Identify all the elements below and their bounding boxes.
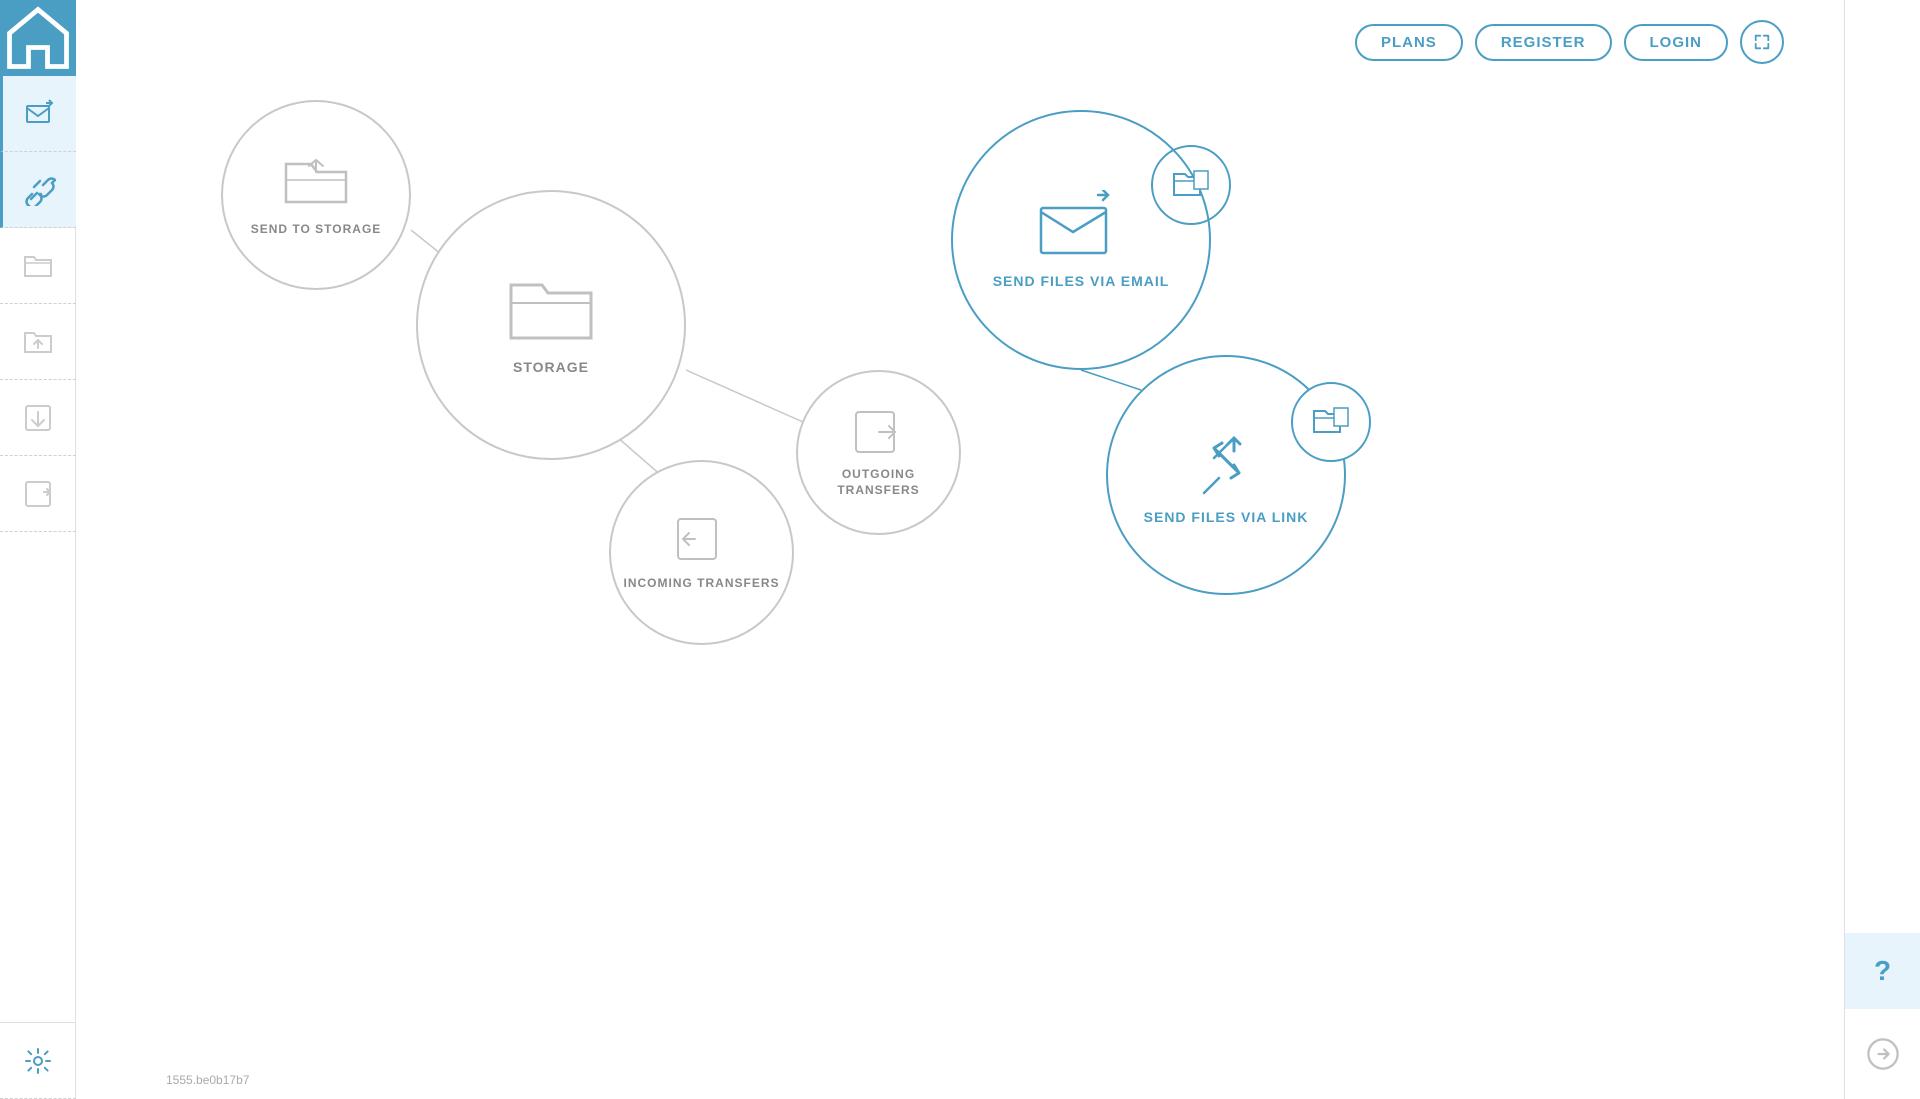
incoming-sidebar-icon xyxy=(22,402,54,434)
send-email-icon xyxy=(1036,190,1126,262)
sidebar-home-button[interactable] xyxy=(0,0,76,76)
link-sidebar-icon xyxy=(24,174,56,206)
help-button[interactable]: ? xyxy=(1845,933,1920,1009)
sidebar-item-upload[interactable] xyxy=(0,304,76,380)
send-files-via-email-label: SEND FILES VIA EMAIL xyxy=(993,272,1170,290)
send-files-via-email-small-circle[interactable] xyxy=(1151,145,1231,225)
outgoing-sidebar-icon xyxy=(22,478,54,510)
outgoing-transfers-circle[interactable]: OUTGOINGTRANSFERS xyxy=(796,370,961,535)
sidebar xyxy=(0,0,76,1099)
folder-copy-icon-email xyxy=(1172,169,1210,201)
expand-icon xyxy=(1753,33,1771,51)
upload-sidebar-icon xyxy=(22,326,54,358)
folder-sidebar-icon xyxy=(22,250,54,282)
storage-folder-icon xyxy=(506,273,596,348)
folder-copy-icon-link xyxy=(1312,406,1350,438)
home-icon xyxy=(0,0,76,76)
send-link-icon xyxy=(1184,423,1269,498)
send-files-via-link-label: SEND FILES VIA LINK xyxy=(1144,508,1309,526)
login-button[interactable]: LOGIN xyxy=(1624,24,1729,61)
sidebar-item-send-email[interactable] xyxy=(0,76,76,152)
incoming-transfers-circle[interactable]: INCOMING TRANSFERS xyxy=(609,460,794,645)
storage-label: STORAGE xyxy=(513,358,589,376)
incoming-transfers-icon xyxy=(673,514,731,566)
sidebar-item-link[interactable] xyxy=(0,152,76,228)
logout-button[interactable] xyxy=(1858,1029,1908,1079)
plans-button[interactable]: PLANS xyxy=(1355,24,1463,61)
top-bar: PLANS REGISTER LOGIN xyxy=(1355,20,1784,64)
sidebar-item-settings[interactable] xyxy=(0,1023,76,1099)
logout-icon xyxy=(1865,1036,1901,1072)
sidebar-settings-section xyxy=(0,1022,75,1099)
version-text: 1555.be0b17b7 xyxy=(166,1073,249,1087)
expand-button[interactable] xyxy=(1740,20,1784,64)
main-content: PLANS REGISTER LOGIN STORAGE xyxy=(76,0,1844,1099)
settings-sidebar-icon xyxy=(22,1045,54,1077)
outgoing-transfers-icon xyxy=(851,407,906,457)
send-to-storage-icon xyxy=(281,152,351,212)
outgoing-transfers-label: OUTGOINGTRANSFERS xyxy=(837,467,919,498)
sidebar-item-outgoing[interactable] xyxy=(0,456,76,532)
send-to-storage-label: SEND TO STORAGE xyxy=(251,222,382,238)
right-panel: ? xyxy=(1844,0,1920,1099)
incoming-transfers-label: INCOMING TRANSFERS xyxy=(624,576,780,592)
send-files-via-link-small-circle[interactable] xyxy=(1291,382,1371,462)
register-button[interactable]: REGISTER xyxy=(1475,24,1612,61)
help-icon: ? xyxy=(1874,955,1891,987)
send-email-sidebar-icon xyxy=(24,98,56,130)
sidebar-item-folder[interactable] xyxy=(0,228,76,304)
send-to-storage-circle[interactable]: SEND TO STORAGE xyxy=(221,100,411,290)
sidebar-item-incoming[interactable] xyxy=(0,380,76,456)
storage-circle[interactable]: STORAGE xyxy=(416,190,686,460)
